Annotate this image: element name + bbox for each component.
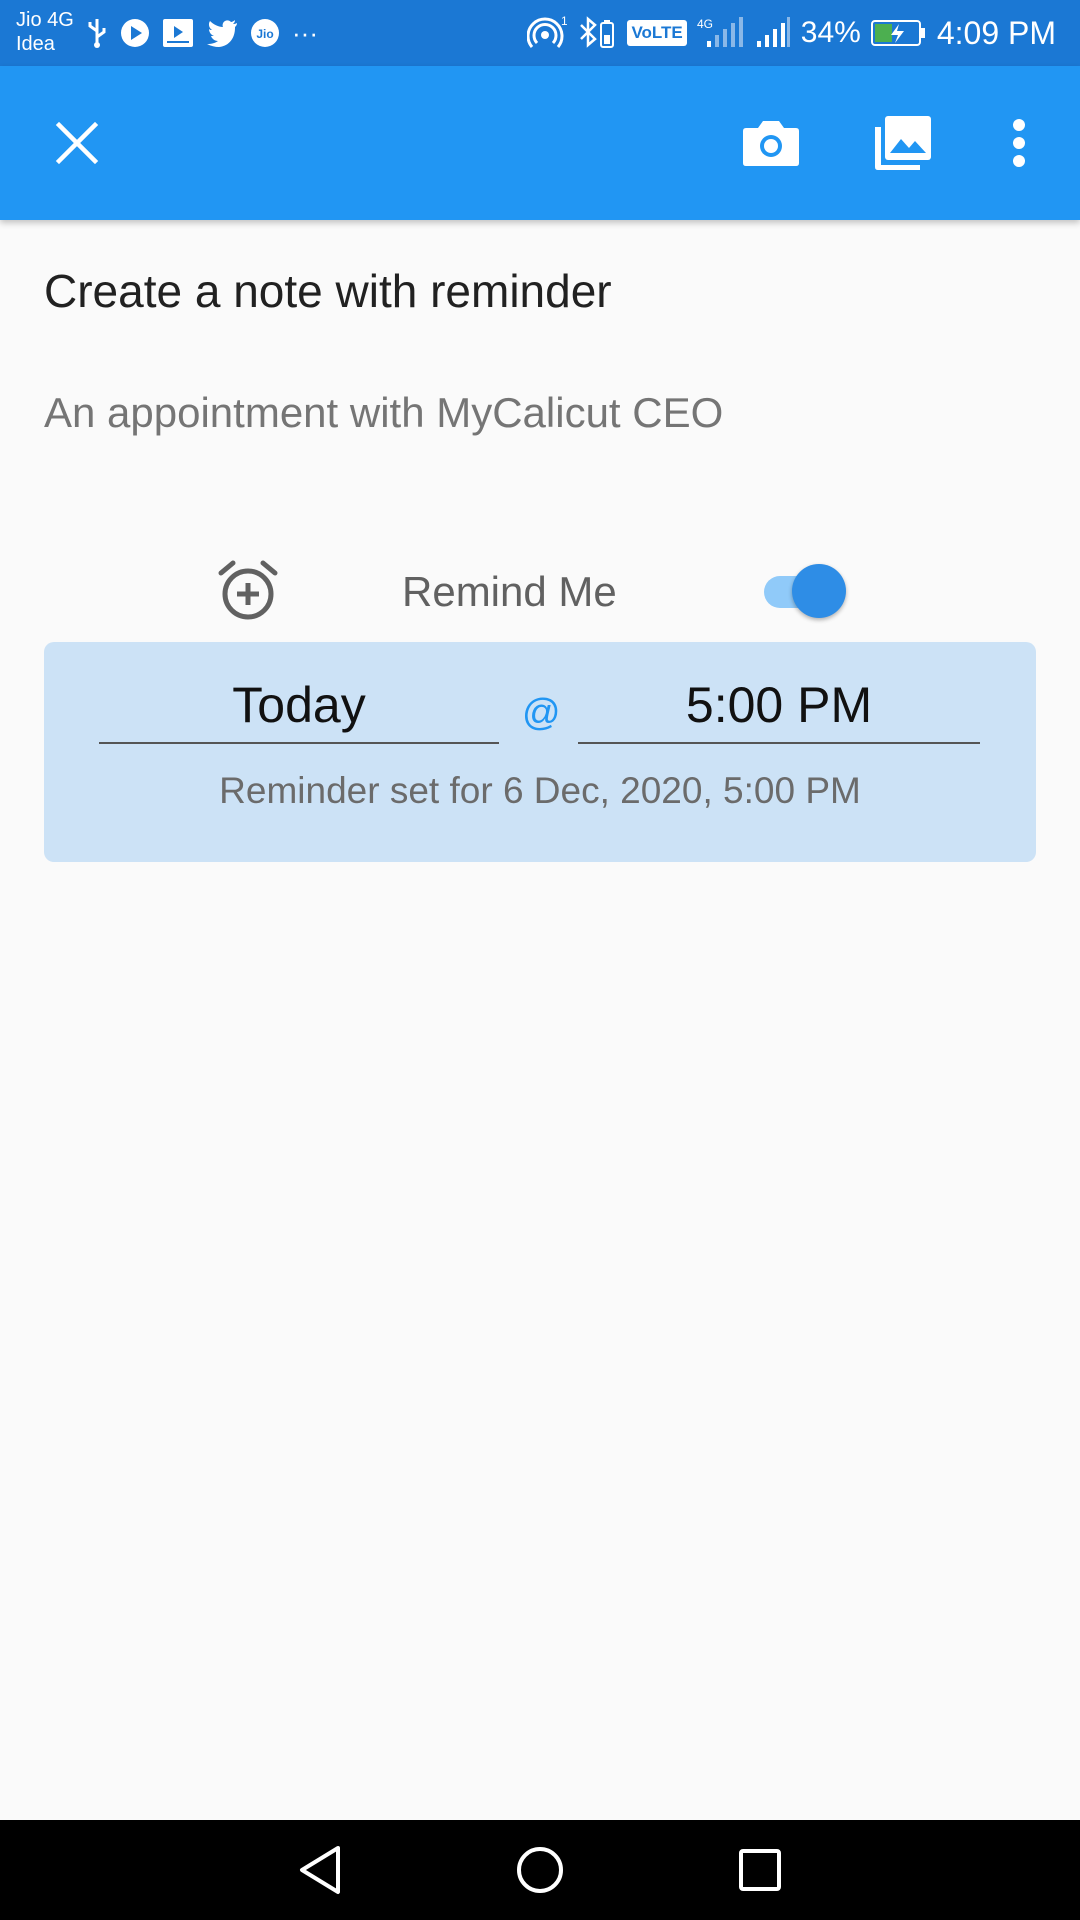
reminder-summary: Reminder set for 6 Dec, 2020, 5:00 PM: [219, 770, 861, 811]
jio-icon: Jio: [251, 19, 279, 47]
hotspot-count: 1: [561, 15, 567, 28]
carrier-primary: Jio 4G: [16, 9, 74, 31]
back-icon: [300, 1846, 340, 1894]
alarm-add-icon: [218, 560, 278, 620]
back-button[interactable]: [288, 1838, 352, 1902]
home-icon: [517, 1847, 563, 1893]
more-notifications-icon: ···: [292, 18, 318, 48]
twitter-icon: [207, 20, 237, 47]
status-bar: Jio 4G Idea Jio ··· 1 VoLTE 4G 34% 4:09 …: [0, 0, 1080, 66]
camera-icon: [743, 121, 799, 166]
svg-text:Jio: Jio: [256, 27, 273, 41]
notification-icons: Jio ···: [86, 16, 318, 50]
reminder-panel: Today @ 5:00 PM Reminder set for 6 Dec, …: [44, 642, 1036, 862]
more-options-button[interactable]: [982, 106, 1056, 180]
note-title-input[interactable]: Create a note with reminder: [44, 264, 612, 318]
usb-icon: [88, 19, 106, 48]
close-button[interactable]: [40, 106, 114, 180]
network-type: 4G: [697, 17, 713, 31]
volte-badge: VoLTE: [627, 20, 687, 46]
navigation-bar: [0, 1820, 1080, 1920]
video-icon: [163, 19, 193, 47]
close-icon: [55, 121, 99, 165]
carrier-secondary: Idea: [16, 33, 55, 55]
recents-button[interactable]: [728, 1838, 792, 1902]
system-icons: 1 VoLTE 4G 34% 4:09 PM: [527, 12, 1056, 54]
signal-4g-icon: 4G: [697, 17, 743, 47]
gallery-button[interactable]: [866, 106, 940, 180]
signal-icon: [756, 17, 790, 47]
toggle-thumb: [792, 564, 846, 618]
carrier-info: Jio 4G Idea: [16, 8, 74, 56]
clock: 4:09 PM: [936, 15, 1056, 51]
remind-me-toggle[interactable]: [762, 562, 854, 620]
time-picker-field[interactable]: 5:00 PM: [578, 672, 980, 744]
battery-charging-icon: [870, 20, 925, 46]
battery-percent: 34%: [800, 16, 861, 49]
more-vert-icon: [1013, 119, 1025, 167]
remind-me-row: Remind Me: [0, 556, 1080, 626]
remind-me-label: Remind Me: [402, 568, 617, 615]
screen: Jio 4G Idea Jio ··· 1 VoLTE 4G 34% 4:09 …: [0, 0, 1080, 1920]
note-body-input[interactable]: An appointment with MyCalicut CEO: [44, 389, 723, 437]
at-separator: @: [522, 692, 561, 734]
recents-icon: [739, 1849, 781, 1891]
date-picker-field[interactable]: Today: [99, 672, 499, 744]
gallery-icon: [875, 116, 931, 170]
bluetooth-battery-icon: [580, 16, 615, 48]
hotspot-icon: 1: [527, 15, 567, 48]
home-button[interactable]: [508, 1838, 572, 1902]
camera-button[interactable]: [734, 106, 808, 180]
app-bar: [0, 66, 1080, 220]
play-icon: [121, 19, 149, 47]
